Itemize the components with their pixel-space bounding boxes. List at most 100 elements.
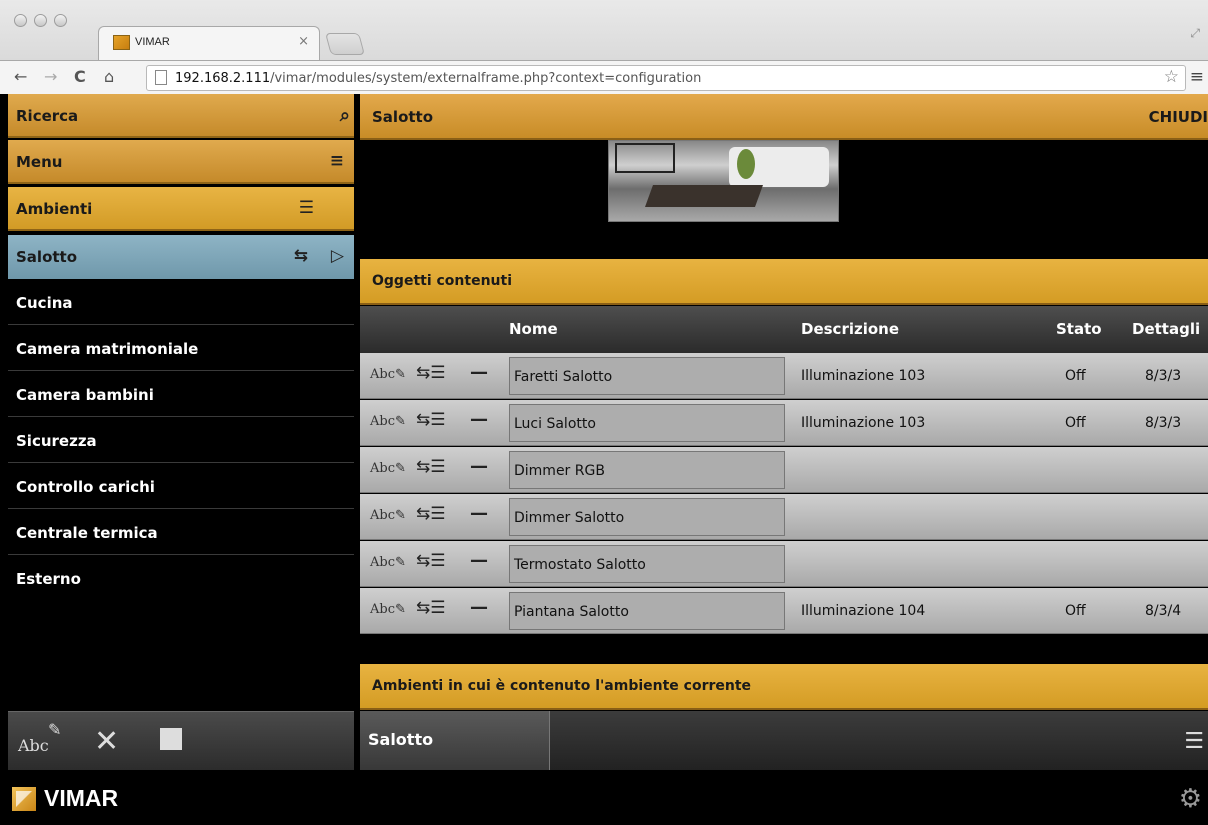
sidebar-item-label: Controllo carichi <box>16 478 155 496</box>
favicon-icon <box>113 35 130 50</box>
close-button[interactable]: CHIUDI <box>1149 108 1208 126</box>
switch-list-icon[interactable]: ⇆☰ <box>416 598 445 618</box>
column-header-description: Descrizione <box>801 320 900 338</box>
browser-chrome: VIMAR × ⤢ ← → C ⌂ 192.168.2.111/vimar/mo… <box>0 0 1208 94</box>
sidebar: Ricerca ⌕ Menu ≡ Ambienti ☰ Salotto ⇆ ▷ … <box>0 94 358 770</box>
tab-label: Salotto <box>368 730 434 749</box>
details-cell: 8/3/3 <box>1145 368 1182 384</box>
brand-text: VIMAR <box>44 785 119 811</box>
forward-icon[interactable]: → <box>44 67 57 86</box>
browser-toolbar: ← → C ⌂ 192.168.2.111/vimar/modules/syst… <box>0 60 1208 94</box>
containers-section-header: Ambienti in cui è contenuto l'ambiente c… <box>360 664 1208 710</box>
list-view-icon[interactable]: ☰ <box>1184 729 1204 754</box>
copy-icon[interactable] <box>160 728 182 750</box>
section-title: Ambienti in cui è contenuto l'ambiente c… <box>372 678 752 694</box>
bottom-bar: Salotto ☰ <box>360 711 1208 770</box>
close-window-button[interactable] <box>14 14 27 27</box>
edit-abc-icon[interactable]: Abc✎ <box>370 367 406 382</box>
address-bar[interactable]: 192.168.2.111/vimar/modules/system/exter… <box>146 65 1186 91</box>
remove-icon[interactable]: — <box>470 456 488 477</box>
name-field[interactable]: Dimmer Salotto <box>509 498 785 536</box>
switch-list-icon[interactable]: ⇆☰ <box>416 551 445 571</box>
sidebar-item-label: Camera matrimoniale <box>16 340 199 358</box>
room-image <box>608 140 839 222</box>
window-controls <box>14 14 67 27</box>
header: Salotto CHIUDI <box>360 94 1208 140</box>
switch-list-icon[interactable]: ⇆ <box>294 246 308 266</box>
name-field[interactable]: Faretti Salotto <box>509 357 785 395</box>
description-cell: Illuminazione 103 <box>801 368 926 384</box>
remove-icon[interactable]: — <box>470 503 488 524</box>
play-icon[interactable]: ▷ <box>331 246 344 266</box>
bookmark-star-icon[interactable]: ☆ <box>1164 67 1179 87</box>
switch-list-icon[interactable]: ⇆☰ <box>416 410 445 430</box>
name-field[interactable]: Luci Salotto <box>509 404 785 442</box>
column-header-name: Nome <box>509 320 558 338</box>
hamburger-icon[interactable]: ≡ <box>330 151 344 171</box>
minimize-window-button[interactable] <box>34 14 47 27</box>
menu-row[interactable]: Menu ≡ <box>8 140 354 184</box>
page-title: Salotto <box>372 108 434 126</box>
edit-abc-icon[interactable]: Abc✎ <box>370 602 406 617</box>
sidebar-item-camera-matrimoniale[interactable]: Camera matrimoniale <box>8 327 354 371</box>
browser-tab[interactable]: VIMAR × <box>98 26 320 60</box>
rooms-row[interactable]: Ambienti ☰ <box>8 187 354 231</box>
search-row[interactable]: Ricerca ⌕ <box>8 94 354 138</box>
table-row: Abc✎ ⇆☰ — Faretti Salotto Illuminazione … <box>360 353 1208 399</box>
remove-icon[interactable]: — <box>470 550 488 571</box>
fullscreen-icon[interactable]: ⤢ <box>1190 26 1200 41</box>
switch-list-icon[interactable]: ⇆☰ <box>416 457 445 477</box>
edit-abc-icon[interactable]: Abc✎ <box>370 461 406 476</box>
search-label: Ricerca <box>16 107 79 125</box>
name-field[interactable]: Piantana Salotto <box>509 592 785 630</box>
logo-mark-icon <box>12 786 36 811</box>
tab-close-icon[interactable]: × <box>298 34 309 49</box>
edit-abc-icon[interactable]: Abc✎ <box>370 555 406 570</box>
main-panel: Salotto CHIUDI Oggetti contenuti Nome De… <box>360 94 1208 770</box>
new-tab-button[interactable] <box>325 33 365 55</box>
name-field[interactable]: Termostato Salotto <box>509 545 785 583</box>
zoom-window-button[interactable] <box>54 14 67 27</box>
sidebar-item-controllo-carichi[interactable]: Controllo carichi <box>8 465 354 509</box>
table-row: Abc✎ ⇆☰ — Dimmer Salotto <box>360 494 1208 540</box>
sidebar-item-cucina[interactable]: Cucina <box>8 281 354 325</box>
sidebar-toolbar: Abc ✎ ✕ <box>8 711 354 770</box>
switch-list-icon[interactable]: ⇆☰ <box>416 504 445 524</box>
remove-icon[interactable]: — <box>470 362 488 383</box>
description-cell: Illuminazione 104 <box>801 603 926 619</box>
room-list-icon[interactable]: ☰ <box>299 198 314 218</box>
state-cell: Off <box>1065 415 1086 431</box>
vimar-logo: VIMAR <box>12 785 118 812</box>
page-icon <box>155 70 167 85</box>
sidebar-item-label: Cucina <box>16 294 73 312</box>
home-icon[interactable]: ⌂ <box>104 67 114 86</box>
remove-icon[interactable]: — <box>470 597 488 618</box>
app-footer: VIMAR ⚙ <box>0 770 1208 825</box>
edit-abc-icon[interactable]: Abc <box>18 736 49 755</box>
edit-abc-icon[interactable]: Abc✎ <box>370 414 406 429</box>
browser-menu-icon[interactable]: ≡ <box>1190 67 1204 87</box>
search-icon[interactable]: ⌕ <box>340 105 350 126</box>
sidebar-item-camera-bambini[interactable]: Camera bambini <box>8 373 354 417</box>
reload-icon[interactable]: C <box>74 67 86 86</box>
switch-list-icon[interactable]: ⇆☰ <box>416 363 445 383</box>
back-icon[interactable]: ← <box>14 67 27 86</box>
remove-icon[interactable]: — <box>470 409 488 430</box>
url-text: 192.168.2.111/vimar/modules/system/exter… <box>175 71 701 86</box>
tab-salotto[interactable]: Salotto <box>360 711 550 770</box>
rooms-label: Ambienti <box>16 200 93 218</box>
column-header-state: Stato <box>1056 320 1102 338</box>
sidebar-item-sicurezza[interactable]: Sicurezza <box>8 419 354 463</box>
name-field[interactable]: Dimmer RGB <box>509 451 785 489</box>
gear-icon[interactable]: ⚙ <box>1179 784 1202 814</box>
description-cell: Illuminazione 103 <box>801 415 926 431</box>
details-cell: 8/3/3 <box>1145 415 1182 431</box>
sidebar-item-salotto[interactable]: Salotto ⇆ ▷ <box>8 235 354 279</box>
table-row: Abc✎ ⇆☰ — Luci Salotto Illuminazione 103… <box>360 400 1208 446</box>
table-row: Abc✎ ⇆☰ — Termostato Salotto <box>360 541 1208 587</box>
sidebar-item-label: Centrale termica <box>16 524 158 542</box>
close-icon[interactable]: ✕ <box>94 724 119 759</box>
sidebar-item-esterno[interactable]: Esterno <box>8 557 354 601</box>
sidebar-item-centrale-termica[interactable]: Centrale termica <box>8 511 354 555</box>
edit-abc-icon[interactable]: Abc✎ <box>370 508 406 523</box>
